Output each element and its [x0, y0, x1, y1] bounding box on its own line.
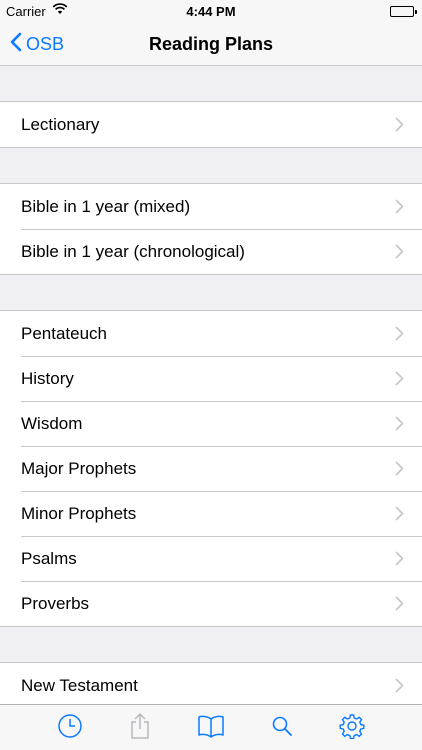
list-item[interactable]: Pentateuch	[0, 311, 422, 356]
list-section: Pentateuch History Wisdom Major Prophets Min…	[0, 310, 422, 627]
chevron-right-icon	[395, 551, 404, 571]
chevron-right-icon	[395, 678, 404, 698]
list-item[interactable]: Proverbs	[0, 581, 422, 626]
clock-time: 4:44 PM	[186, 4, 236, 19]
chevron-right-icon	[395, 199, 404, 219]
list-item-label: Lectionary	[21, 114, 100, 134]
list-item-label: Major Prophets	[21, 458, 137, 478]
screen: Carrier 4:44 PM OSB Reading Plans Lectio…	[0, 0, 422, 750]
list-item[interactable]: Lectionary	[0, 102, 422, 147]
share-tab[interactable]	[126, 712, 154, 745]
list-item[interactable]: Bible in 1 year (chronological)	[0, 229, 422, 274]
list-item-label: Wisdom	[21, 413, 83, 433]
list-section: Bible in 1 year (mixed) Bible in 1 year (…	[0, 183, 422, 275]
list-item[interactable]: History	[0, 356, 422, 401]
history-tab[interactable]	[56, 713, 84, 744]
list-item[interactable]: Bible in 1 year (mixed)	[0, 184, 422, 229]
settings-tab[interactable]	[338, 713, 366, 744]
back-button[interactable]: OSB	[10, 22, 64, 66]
battery-icon	[390, 6, 417, 17]
list-item-label: Pentateuch	[21, 323, 108, 343]
list-item[interactable]: Major Prophets	[0, 446, 422, 491]
list-item[interactable]: Psalms	[0, 536, 422, 581]
chevron-right-icon	[395, 326, 404, 346]
chevron-right-icon	[395, 117, 404, 137]
status-bar: Carrier 4:44 PM	[0, 0, 422, 22]
tab-bar	[0, 704, 422, 750]
chevron-right-icon	[395, 596, 404, 616]
book-icon	[197, 714, 225, 743]
reading-plans-list[interactable]: Lectionary Bible in 1 year (mixed) Bible i…	[0, 66, 422, 704]
chevron-left-icon	[10, 32, 22, 57]
list-item-label: Psalms	[21, 548, 77, 568]
search-icon	[271, 715, 293, 742]
back-button-label: OSB	[26, 33, 65, 54]
chevron-right-icon	[395, 461, 404, 481]
list-item[interactable]: New Testament	[0, 663, 422, 704]
clock-icon	[57, 713, 83, 744]
list-item[interactable]: Minor Prophets	[0, 491, 422, 536]
list-item-label: Minor Prophets	[21, 503, 137, 523]
bible-tab[interactable]	[197, 714, 225, 742]
navigation-bar: OSB Reading Plans	[0, 22, 422, 66]
list-item-label: Bible in 1 year (mixed)	[21, 196, 191, 216]
list-item-label: New Testament	[21, 675, 138, 695]
list-item-label: History	[21, 368, 74, 388]
list-section: New TestamentGospels	[0, 662, 422, 704]
list-item[interactable]: Wisdom	[0, 401, 422, 446]
chevron-right-icon	[395, 506, 404, 526]
chevron-right-icon	[395, 371, 404, 391]
list-item-label: Proverbs	[21, 593, 90, 613]
search-tab[interactable]	[268, 714, 296, 742]
list-item-label: Bible in 1 year (chronological)	[21, 241, 245, 261]
gear-icon	[339, 713, 365, 744]
chevron-right-icon	[395, 416, 404, 436]
chevron-right-icon	[395, 244, 404, 264]
share-icon	[128, 712, 152, 745]
list-section: Lectionary	[0, 101, 422, 148]
